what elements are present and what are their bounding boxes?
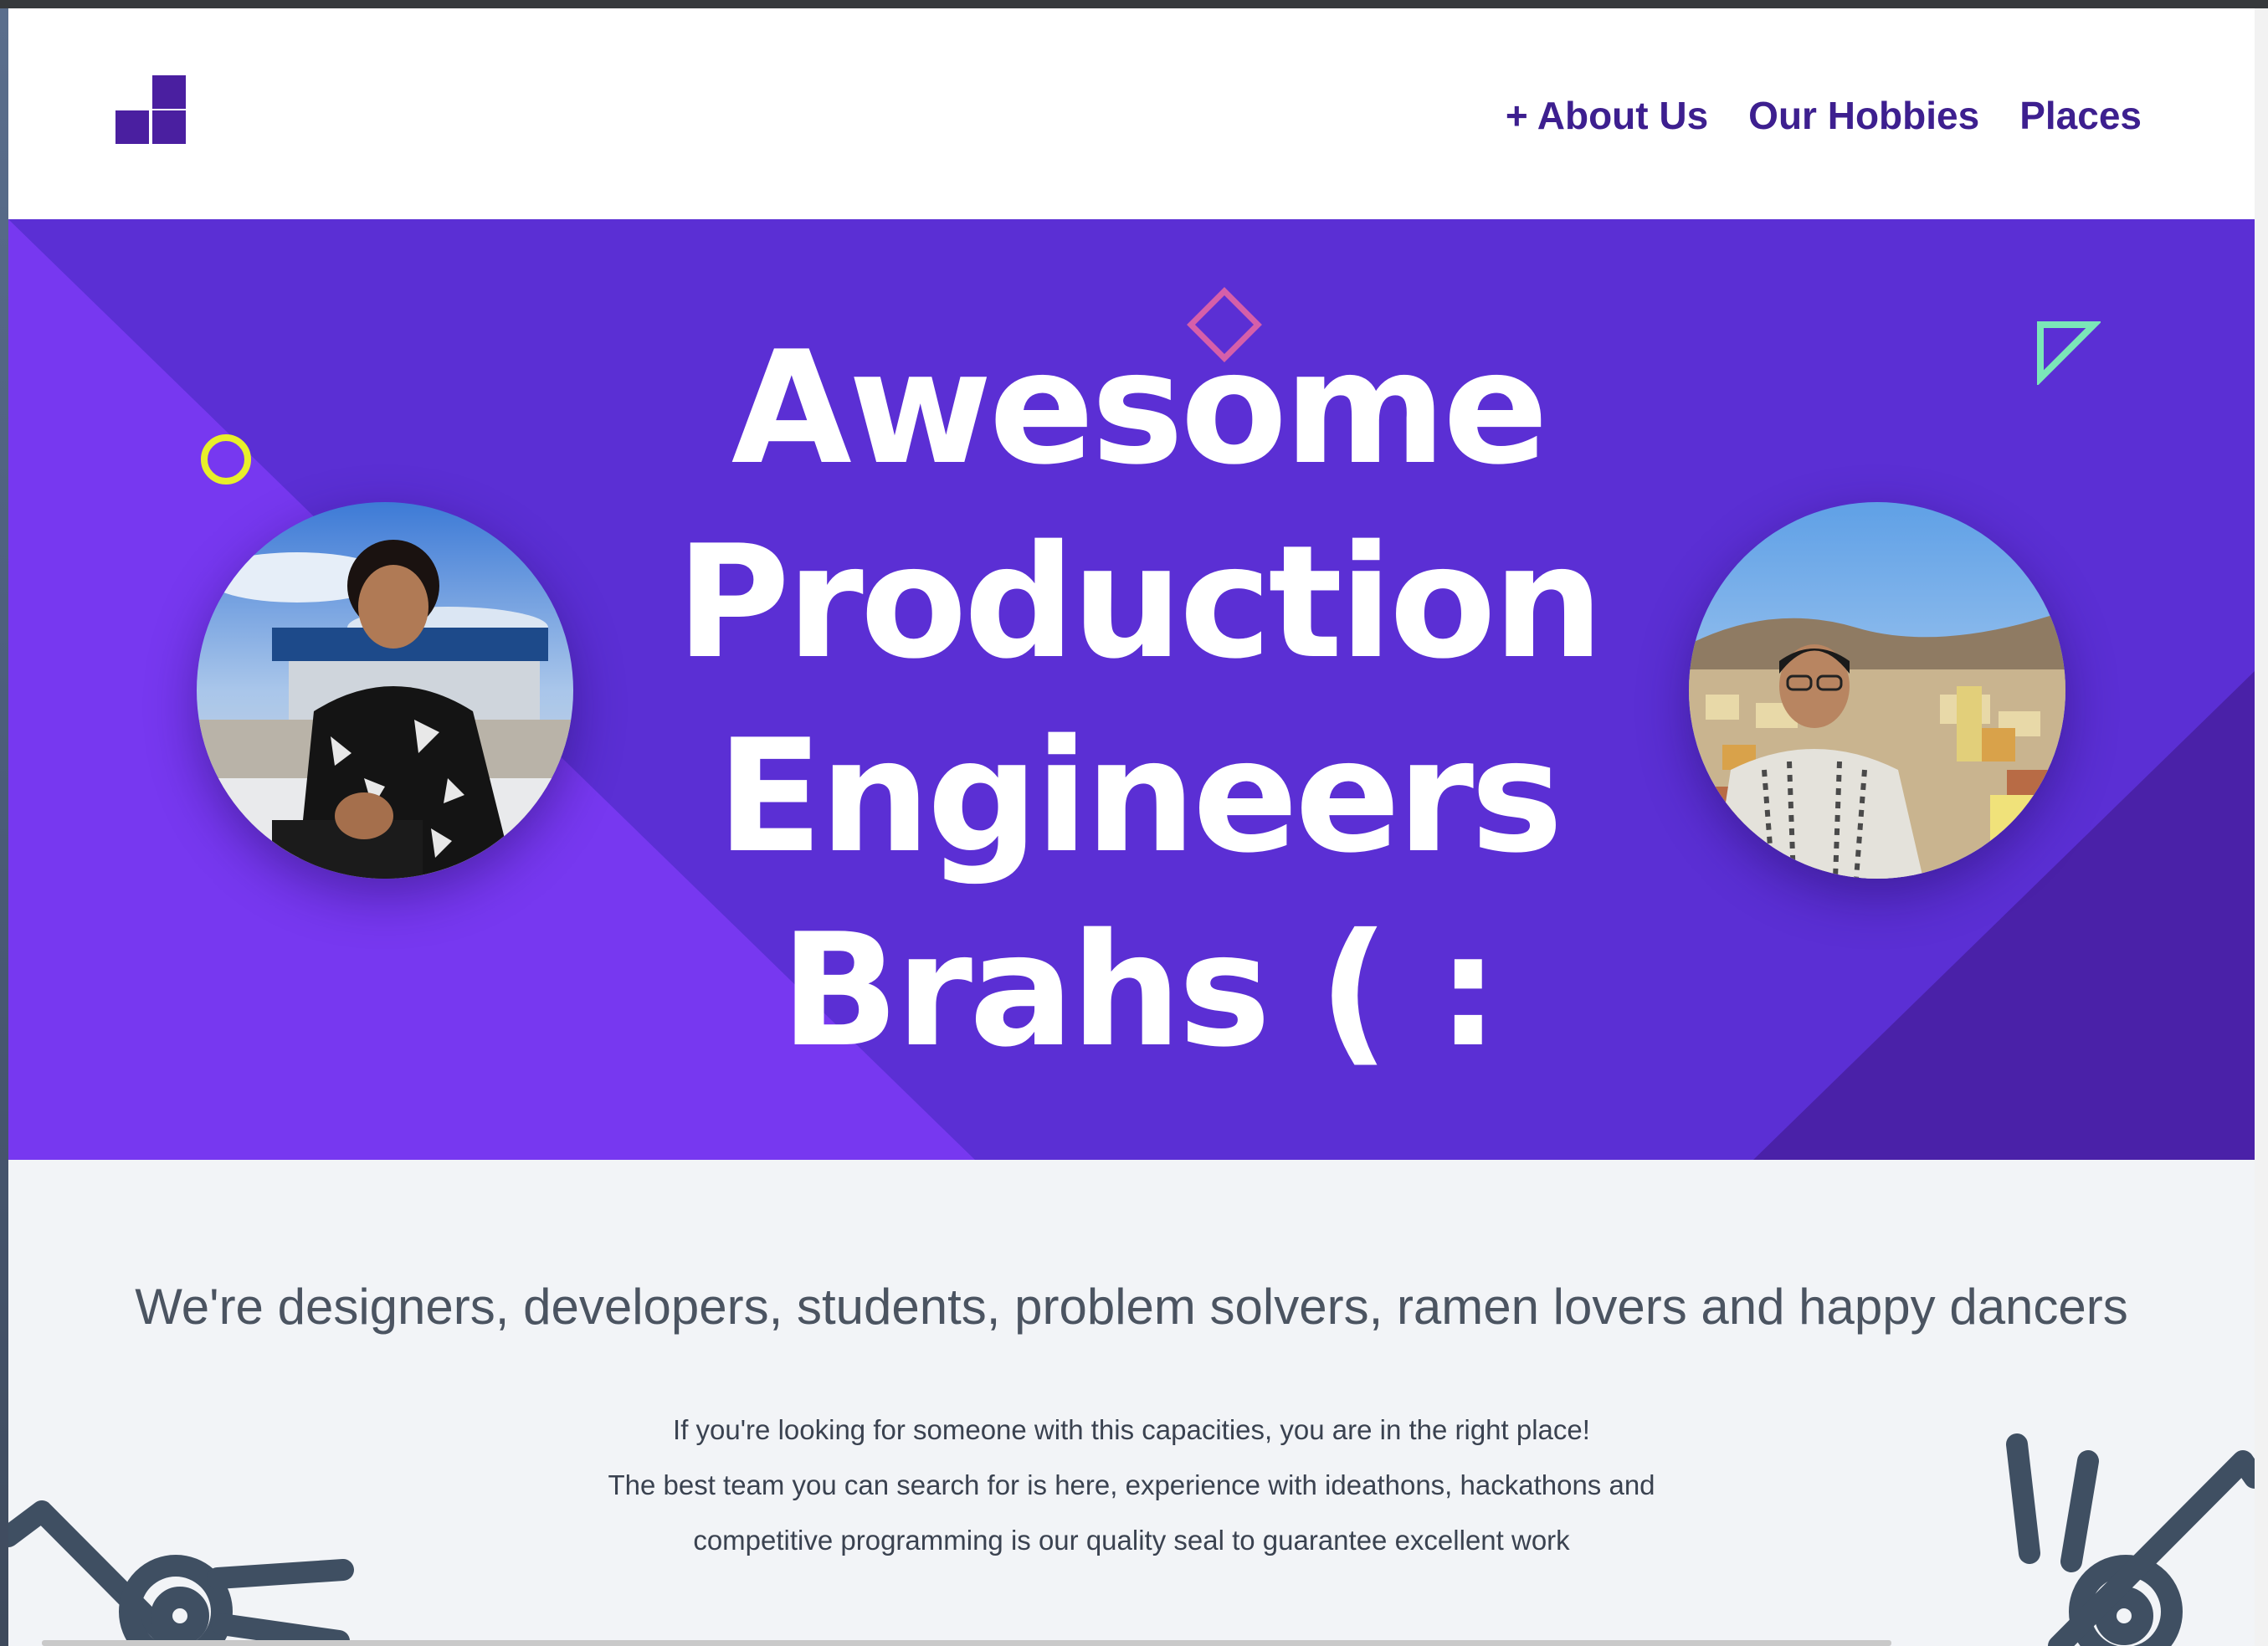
triangle-decoration-icon (2037, 321, 2101, 385)
nav-places[interactable]: Places (2019, 92, 2142, 139)
headline-line-4: Brahs ( : (780, 900, 1499, 1081)
hero-headline: Awesome Production Engineers Brahs ( : (511, 311, 1766, 1088)
about-section: We're designers, developers, students, p… (8, 1160, 2255, 1646)
blocks-logo-icon[interactable] (109, 67, 192, 151)
circle-decoration-icon (201, 434, 251, 485)
mascot-illustration-left (8, 1500, 354, 1646)
browser-window: + About Us Our Hobbies Places Awesome Pr… (0, 0, 2268, 1646)
vertical-scrollbar[interactable] (2255, 8, 2268, 1646)
mascot-illustration-right (2006, 1433, 2255, 1646)
nav-about-us[interactable]: + About Us (1506, 92, 1708, 139)
site-header: + About Us Our Hobbies Places (8, 8, 2255, 219)
nav-our-hobbies[interactable]: Our Hobbies (1748, 92, 1979, 139)
section-tagline: We're designers, developers, students, p… (135, 1279, 2128, 1335)
headline-line-3: Engineers (716, 705, 1563, 887)
main-nav: + About Us Our Hobbies Places (1506, 92, 2142, 139)
hero-section: Awesome Production Engineers Brahs ( : (8, 219, 2255, 1160)
window-top-bar (0, 0, 2268, 8)
headline-line-1: Awesome (731, 317, 1548, 499)
horizontal-scrollbar[interactable] (42, 1640, 1891, 1646)
web-page: + About Us Our Hobbies Places Awesome Pr… (8, 8, 2255, 1646)
desktop-edge (0, 8, 8, 1646)
headline-line-2: Production (675, 511, 1604, 693)
